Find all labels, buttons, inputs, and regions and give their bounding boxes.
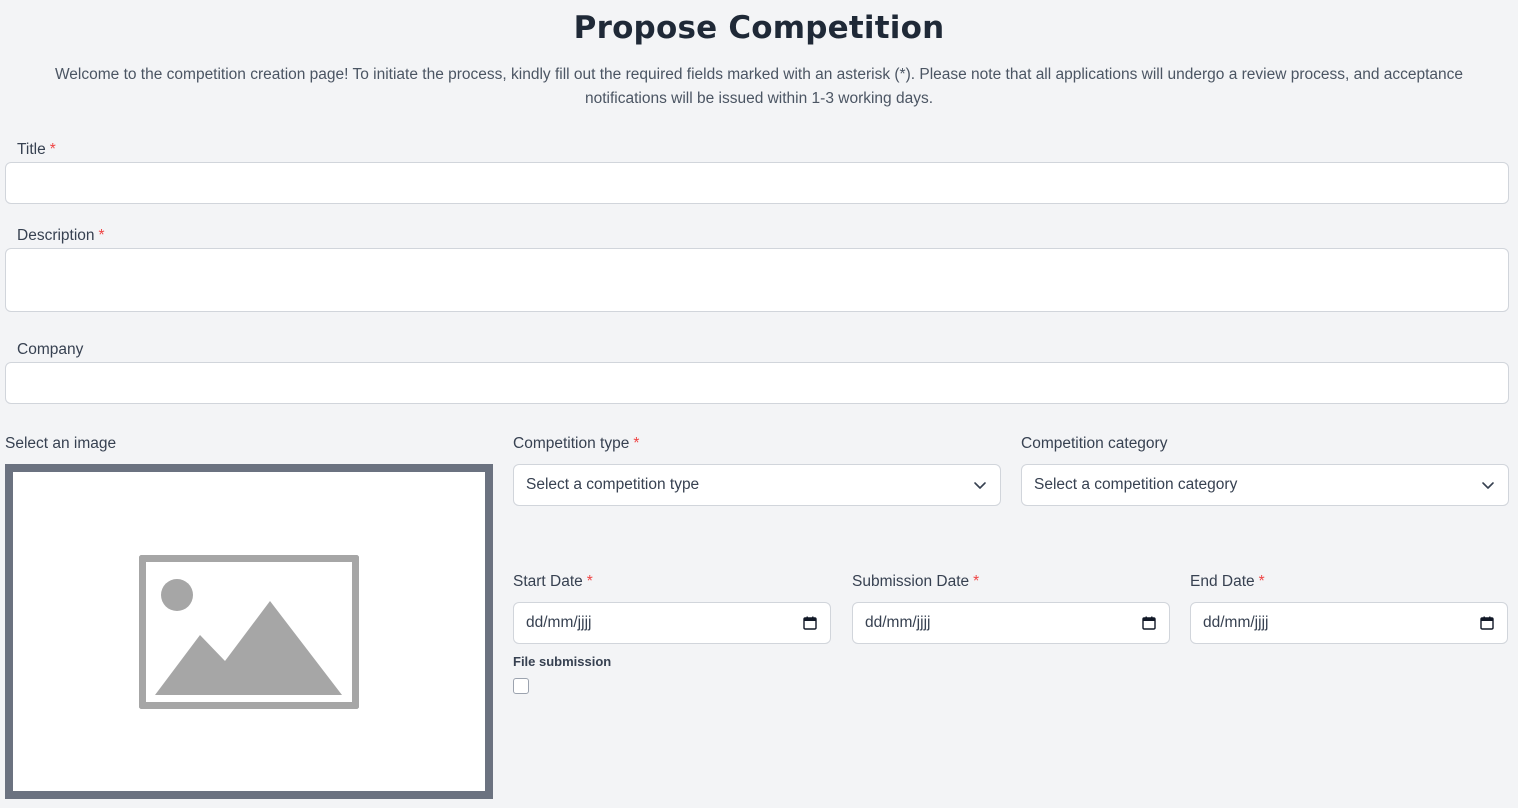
competition-category-placeholder: Select a competition category [1034, 476, 1238, 493]
chevron-down-icon [1482, 482, 1494, 489]
end-date-input[interactable]: dd/mm/jjjj [1190, 602, 1508, 644]
chevron-down-icon [974, 482, 986, 489]
description-label-text: Description [17, 227, 95, 244]
image-placeholder-icon [139, 554, 359, 709]
required-marker: * [1258, 573, 1265, 590]
propose-competition-page: Propose Competition Welcome to the compe… [0, 0, 1518, 808]
required-marker: * [98, 227, 105, 244]
submission-date-label-text: Submission Date [852, 573, 970, 590]
required-marker: * [633, 435, 640, 452]
competition-type-select[interactable]: Select a competition type [513, 464, 1001, 506]
file-submission-label: File submission [513, 654, 612, 669]
competition-type-label-text: Competition type [513, 435, 630, 452]
end-date-value: dd/mm/jjjj [1203, 614, 1269, 631]
calendar-icon[interactable] [1141, 615, 1157, 631]
end-date-label-text: End Date [1190, 573, 1255, 590]
start-date-input[interactable]: dd/mm/jjjj [513, 602, 831, 644]
end-date-label: End Date * [1190, 573, 1265, 591]
file-submission-checkbox[interactable] [513, 678, 529, 694]
image-label: Select an image [5, 435, 117, 452]
start-date-label: Start Date * [513, 573, 593, 591]
required-marker: * [49, 141, 56, 158]
description-label: Description * [17, 227, 105, 245]
submission-date-label: Submission Date * [852, 573, 979, 591]
title-label-text: Title [17, 141, 46, 158]
image-picker[interactable] [5, 464, 493, 799]
title-input[interactable] [5, 162, 1509, 204]
description-textarea[interactable] [5, 248, 1509, 312]
submission-date-value: dd/mm/jjjj [865, 614, 931, 631]
page-title: Propose Competition [573, 10, 945, 46]
calendar-icon[interactable] [802, 615, 818, 631]
page-intro: Welcome to the competition creation page… [54, 66, 1464, 107]
required-marker: * [973, 573, 980, 590]
company-input[interactable] [5, 362, 1509, 404]
competition-category-label: Competition category [1021, 435, 1168, 452]
company-label: Company [17, 341, 84, 358]
calendar-icon[interactable] [1479, 615, 1495, 631]
submission-date-input[interactable]: dd/mm/jjjj [852, 602, 1170, 644]
title-label: Title * [17, 141, 56, 159]
required-marker: * [586, 573, 593, 590]
competition-type-placeholder: Select a competition type [526, 476, 700, 493]
competition-type-label: Competition type * [513, 435, 639, 453]
start-date-label-text: Start Date [513, 573, 583, 590]
start-date-value: dd/mm/jjjj [526, 614, 592, 631]
competition-category-select[interactable]: Select a competition category [1021, 464, 1509, 506]
